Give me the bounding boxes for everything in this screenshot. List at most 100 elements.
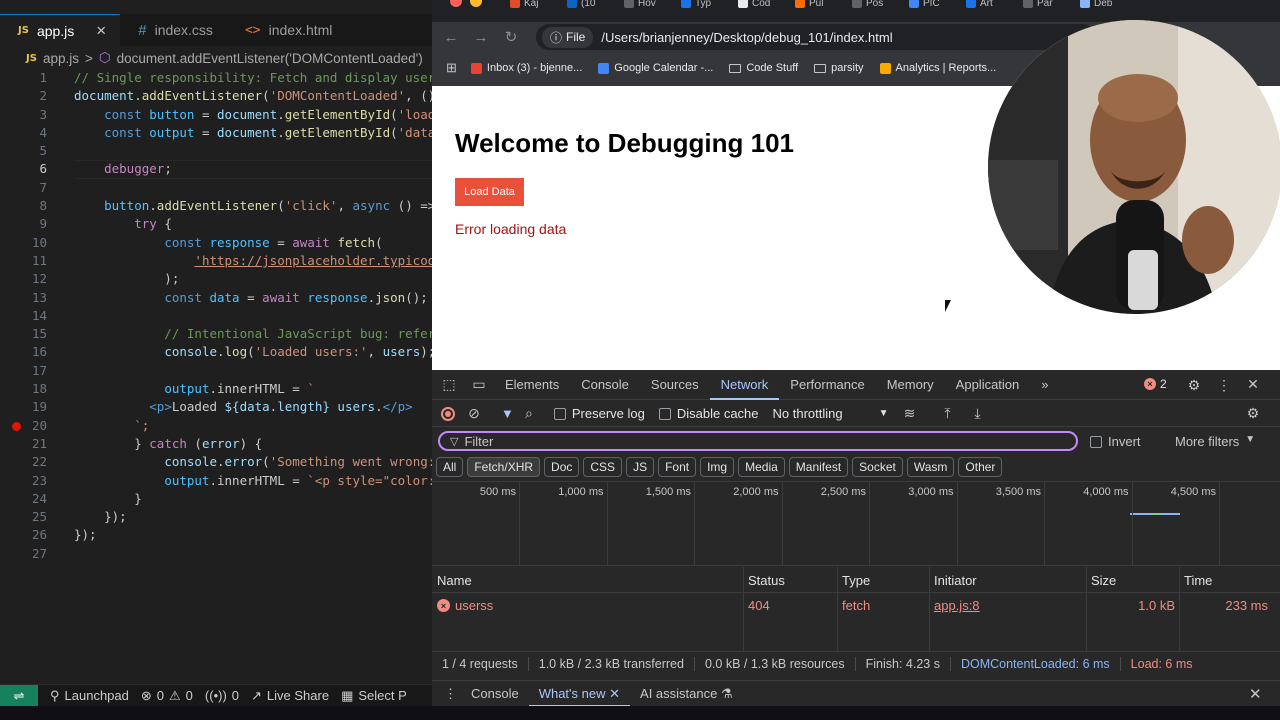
devtools-tab-network[interactable]: Network [709,370,780,400]
select-item[interactable]: ▦ Select P [341,688,407,704]
code-line[interactable]: 27 [0,545,432,563]
browser-tab[interactable]: (10 [567,0,595,10]
close-drawer-icon[interactable]: ✕ [1249,685,1262,703]
type-filter-fetch-xhr[interactable]: Fetch/XHR [467,457,541,477]
throttling-select[interactable]: No throttling ▼ [773,406,889,421]
type-filter-css[interactable]: CSS [583,457,623,477]
network-overview-timeline[interactable]: 500 ms 1,000 ms 1,500 ms 2,000 ms 2,500 ms 3,… [432,481,1280,566]
export-har-icon[interactable]: ⤓ [963,405,993,422]
column-time[interactable]: Time [1184,573,1212,588]
code-line[interactable]: 26}); [0,526,432,544]
code-line[interactable]: 7 [0,179,432,197]
back-icon[interactable]: ← [436,29,466,46]
drawer-tab-console[interactable]: Console [461,681,529,707]
filter-funnel-icon[interactable]: ▼ [501,406,514,421]
code-line[interactable]: 1 // Single responsibility: Fetch and dis… [0,69,432,87]
type-filter-all[interactable]: All [436,457,464,477]
code-line[interactable]: 18 output.innerHTML = ` [0,380,432,398]
type-filter-media[interactable]: Media [738,457,785,477]
kebab-menu-icon[interactable]: ⋮ [1209,377,1239,394]
close-devtools-icon[interactable]: ✕ [1238,376,1268,393]
error-count-badge[interactable]: × 2 [1144,377,1167,391]
type-filter-socket[interactable]: Socket [852,457,903,477]
breadcrumb-symbol[interactable]: document.addEventListener('DOMContentLoa… [117,51,423,66]
browser-tab[interactable]: Cod [738,0,770,10]
browser-tab[interactable]: PIC [909,0,940,10]
code-line[interactable]: 4 const output = document.getElementById… [0,124,432,142]
bookmark-code-stuff[interactable]: Code Stuff [729,62,798,74]
table-row[interactable]: × userss 404 fetch app.js:8 1.0 kB 233 m… [432,594,1280,618]
launchpad-item[interactable]: ⚲ Launchpad [50,688,129,704]
type-filter-font[interactable]: Font [658,457,697,477]
close-icon[interactable]: ✕ [609,686,620,701]
column-initiator[interactable]: Initiator [934,573,977,588]
close-window-icon[interactable] [450,0,462,7]
column-size[interactable]: Size [1091,573,1116,588]
disable-cache-checkbox[interactable]: Disable cache [658,406,759,421]
request-initiator-link[interactable]: app.js:8 [934,598,980,613]
load-data-button[interactable]: Load Data [455,178,524,206]
browser-tab[interactable]: Art [966,0,993,10]
more-filters-dropdown[interactable]: More filters ▼ [1175,434,1255,449]
network-settings-icon[interactable]: ⚙ [1238,405,1268,422]
bookmark-calendar[interactable]: Google Calendar -... [598,62,713,74]
code-line[interactable]: 12 ); [0,270,432,288]
preserve-log-checkbox[interactable]: Preserve log [553,406,645,421]
browser-tab[interactable]: Kaj [510,0,538,10]
browser-tab[interactable]: Hov [624,0,656,10]
code-line[interactable]: 21 } catch (error) { [0,435,432,453]
code-line[interactable]: 22 console.error('Something went wrong:' [0,453,432,471]
bookmark-gmail[interactable]: Inbox (3) - bjenne... [470,62,582,74]
type-filter-doc[interactable]: Doc [544,457,580,477]
tab-app-js[interactable]: JS app.js × [0,14,121,46]
code-line[interactable]: 11 'https://jsonplaceholder.typicode [0,252,432,270]
code-line[interactable]: 13 const data = await response.json(); [0,289,432,307]
type-filter-wasm[interactable]: Wasm [906,457,955,477]
code-line[interactable]: 9 try { [0,215,432,233]
breadcrumb-file[interactable]: app.js [43,51,79,66]
devtools-tab-memory[interactable]: Memory [876,370,945,400]
type-filter-img[interactable]: Img [700,457,735,477]
close-tab-icon[interactable]: × [96,21,106,41]
code-line[interactable]: 10 const response = await fetch( [0,234,432,252]
filter-input[interactable]: ▽ Filter [438,431,1078,451]
more-tabs-icon[interactable]: » [1030,370,1059,400]
devtools-tab-performance[interactable]: Performance [779,370,875,400]
remote-icon[interactable]: ⇌ [0,685,38,706]
apps-grid-icon[interactable]: ⊞ [446,60,457,76]
reload-icon[interactable]: ↻ [496,28,526,46]
devtools-tab-console[interactable]: Console [570,370,640,400]
code-line[interactable]: 20 `; [0,417,432,435]
code-line[interactable]: 14 [0,307,432,325]
type-filter-js[interactable]: JS [626,457,655,477]
browser-tab[interactable]: Typ [681,0,711,10]
column-status[interactable]: Status [748,573,785,588]
code-line[interactable]: 6 debugger; [0,160,432,180]
tab-index-css[interactable]: # index.css [120,14,227,46]
code-line[interactable]: 3 const button = document.getElementById… [0,106,432,124]
column-type[interactable]: Type [842,573,870,588]
invert-checkbox[interactable]: Invert [1090,434,1141,449]
code-line[interactable]: 24 } [0,490,432,508]
drawer-menu-icon[interactable]: ⋮ [444,686,457,702]
type-filter-manifest[interactable]: Manifest [788,457,849,477]
minimize-window-icon[interactable] [470,0,482,7]
network-conditions-icon[interactable]: ≋ [895,405,925,422]
browser-tab[interactable]: Par [1023,0,1053,10]
browser-tab[interactable]: Pul [795,0,823,10]
site-info-chip[interactable]: ⓘ File [542,26,594,48]
code-line[interactable]: 19 <p>Loaded ${data.length} users.</p> [0,398,432,416]
tab-index-html[interactable]: <> index.html [227,14,346,46]
browser-tab[interactable]: Deb [1080,0,1112,10]
ports-item[interactable]: ((•)) 0 [205,688,239,703]
bookmark-analytics[interactable]: Analytics | Reports... [879,62,996,74]
code-line[interactable]: 2 document.addEventListener('DOMContentLo… [0,87,432,105]
address-bar[interactable]: ⓘ File /Users/brianjenney/Desktop/debug_… [536,24,1169,50]
code-line[interactable]: 25 }); [0,508,432,526]
search-icon[interactable]: ⌕ [514,405,544,422]
code-line[interactable]: 17 [0,362,432,380]
code-line[interactable]: 16 console.log('Loaded users:', users); [0,343,432,361]
devtools-tab-application[interactable]: Application [945,370,1031,400]
forward-icon[interactable]: → [466,29,496,46]
record-icon[interactable] [441,406,455,421]
